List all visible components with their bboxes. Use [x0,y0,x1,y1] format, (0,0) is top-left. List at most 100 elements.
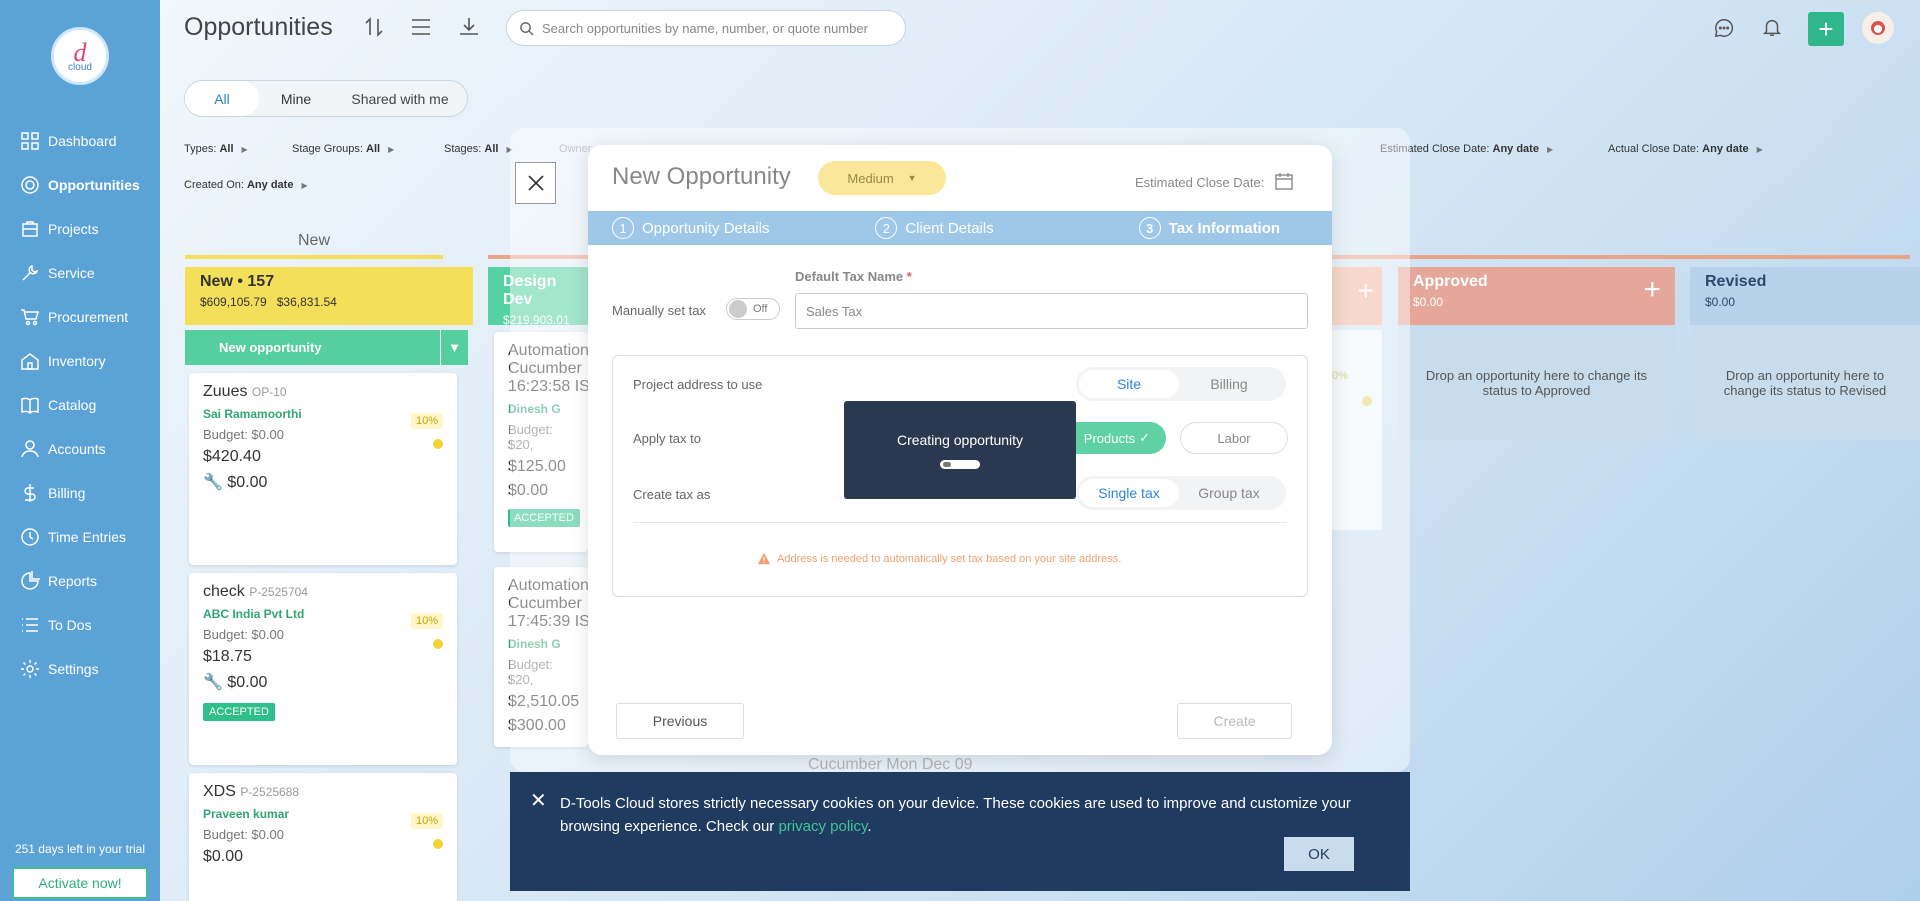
sidebar-item-to-dos[interactable]: To Dos [0,605,160,645]
probability-badge: 10% [410,613,443,629]
search-input[interactable]: Search opportunities by name, number, or… [506,10,906,46]
create-tax-toggle: Single tax Group tax [1076,476,1286,510]
sidebar-item-procurement[interactable]: Procurement [0,297,160,337]
filter-actual-close[interactable]: Actual Close Date: Any date ▶ [1608,143,1763,155]
check-icon: ✓ [1139,430,1150,445]
download-icon[interactable] [457,15,481,39]
step-client-details[interactable]: 2 Client Details [805,211,1068,245]
avatar[interactable] [1862,12,1894,44]
chart-icon [21,571,40,590]
chat-icon[interactable] [1713,17,1735,39]
filter-value: Any date [246,179,294,191]
manual-tax-label: Manually set tax [612,303,706,318]
list-icon [22,618,38,632]
filter-stage-groups[interactable]: Stage Groups: All ▶ [292,143,394,155]
sidebar-item-projects[interactable]: Projects [0,209,160,249]
add-button[interactable]: + [1808,12,1844,46]
filter-value: All [219,143,234,155]
filter-created-on[interactable]: Created On: Any date ▶ [184,179,308,191]
view-tabs: All Mine Shared with me [184,80,468,117]
card-title: check [203,583,245,600]
sort-icon[interactable] [362,15,386,39]
plus-icon[interactable]: + [1643,275,1661,305]
menu-icon[interactable] [409,15,433,39]
labor-value: $36,831.54 [276,295,337,309]
card-client: Sai Ramamoorthi [203,407,302,421]
cookie-text: D-Tools Cloud stores strictly necessary … [560,792,1380,838]
address-site-option[interactable]: Site [1079,370,1179,398]
card-number: P-2525704 [249,585,308,599]
clock-icon [21,528,39,546]
wrench-icon [22,264,39,281]
step-opportunity-details[interactable]: 1 Opportunity Details [588,211,805,245]
opportunity-card[interactable]: Zuues OP-10 Sai Ramamoorthi 10% Budget: … [189,373,457,565]
drop-zone-approved[interactable]: Drop an opportunity here to change its s… [1398,325,1675,440]
wrench-icon: 🔧 [203,674,223,691]
status-dot [433,839,443,849]
single-tax-option[interactable]: Single tax [1079,479,1179,507]
sidebar-item-catalog[interactable]: Catalog [0,385,160,425]
opportunity-card[interactable]: check P-2525704 ABC India Pvt Ltd 10% Bu… [189,573,457,765]
tab-all[interactable]: All [185,81,259,116]
tab-mine[interactable]: Mine [259,81,333,116]
filter-types[interactable]: Types: All ▶ [184,143,248,155]
card-labor: $0.00 [227,474,268,491]
sidebar-item-dashboard[interactable]: Dashboard [0,121,160,161]
address-billing-option[interactable]: Billing [1179,370,1279,398]
previous-button[interactable]: Previous [616,703,744,739]
sidebar-label: Projects [48,221,99,237]
tab-shared[interactable]: Shared with me [333,81,467,116]
chevron-down-icon[interactable]: ▼ [440,330,468,365]
drop-zone-revised[interactable]: Drop an opportunity here to change its s… [1690,325,1920,440]
sidebar-item-billing[interactable]: Billing [0,473,160,513]
new-opportunity-button[interactable]: New opportunity ▼ [185,330,468,365]
close-button[interactable] [515,162,556,204]
sidebar-label: Service [48,265,95,281]
sidebar-item-reports[interactable]: Reports [0,561,160,601]
filter-stages[interactable]: Stages: All ▶ [444,143,513,155]
group-underline [185,255,443,259]
probability-badge: 10% [410,813,443,829]
close-icon[interactable]: ✕ [530,788,547,813]
sidebar-item-time-entries[interactable]: Time Entries [0,517,160,557]
calendar-icon[interactable] [1274,171,1294,191]
sidebar-label: Opportunities [48,177,140,193]
sidebar-item-accounts[interactable]: Accounts [0,429,160,469]
sidebar-label: Billing [48,485,86,501]
sidebar-item-opportunities[interactable]: Opportunities [0,165,160,205]
activate-button[interactable]: Activate now! [12,867,148,899]
create-button[interactable]: Create [1177,703,1292,739]
card-amount: $420.40 [203,448,261,465]
ok-button[interactable]: OK [1284,837,1354,871]
group-tax-option[interactable]: Group tax [1179,479,1279,507]
warning-icon [757,552,771,565]
card-labor: $0.00 [227,674,268,691]
step-number: 3 [1138,217,1161,239]
card-amount: $0.00 [203,848,244,865]
manual-tax-toggle[interactable]: Off [726,298,780,320]
loading-spinner [940,459,980,469]
bell-icon[interactable] [1761,16,1783,38]
status-dot [433,439,443,449]
sidebar-item-inventory[interactable]: Inventory [0,341,160,381]
default-tax-input[interactable]: Sales Tax [795,293,1308,329]
sidebar-label: To Dos [48,617,92,633]
card-title: Zuues [203,383,248,400]
privacy-policy-link[interactable]: privacy policy [778,818,867,835]
step-tax-information[interactable]: 3 Tax Information [1069,211,1332,245]
card-amount: $18.75 [203,648,252,665]
filter-value: All [366,143,381,155]
opportunity-card[interactable]: XDS P-2525688 Praveen kumar 10% Budget: … [189,773,457,901]
sidebar-label: Reports [48,573,98,589]
apply-tax-label: Apply tax to [633,431,701,446]
priority-select[interactable]: Medium ▼ [818,161,946,195]
new-opportunity-label: New opportunity [219,340,322,355]
sidebar-item-service[interactable]: Service [0,253,160,293]
create-tax-label: Create tax as [633,487,711,502]
card-client: ABC India Pvt Ltd [203,607,305,621]
option-label: Products [1083,430,1136,446]
sidebar-item-settings[interactable]: Settings [0,649,160,689]
app-logo[interactable]: d cloud [51,27,109,85]
step-label: Client Details [905,219,994,237]
apply-labor-option[interactable]: Labor [1180,422,1288,454]
